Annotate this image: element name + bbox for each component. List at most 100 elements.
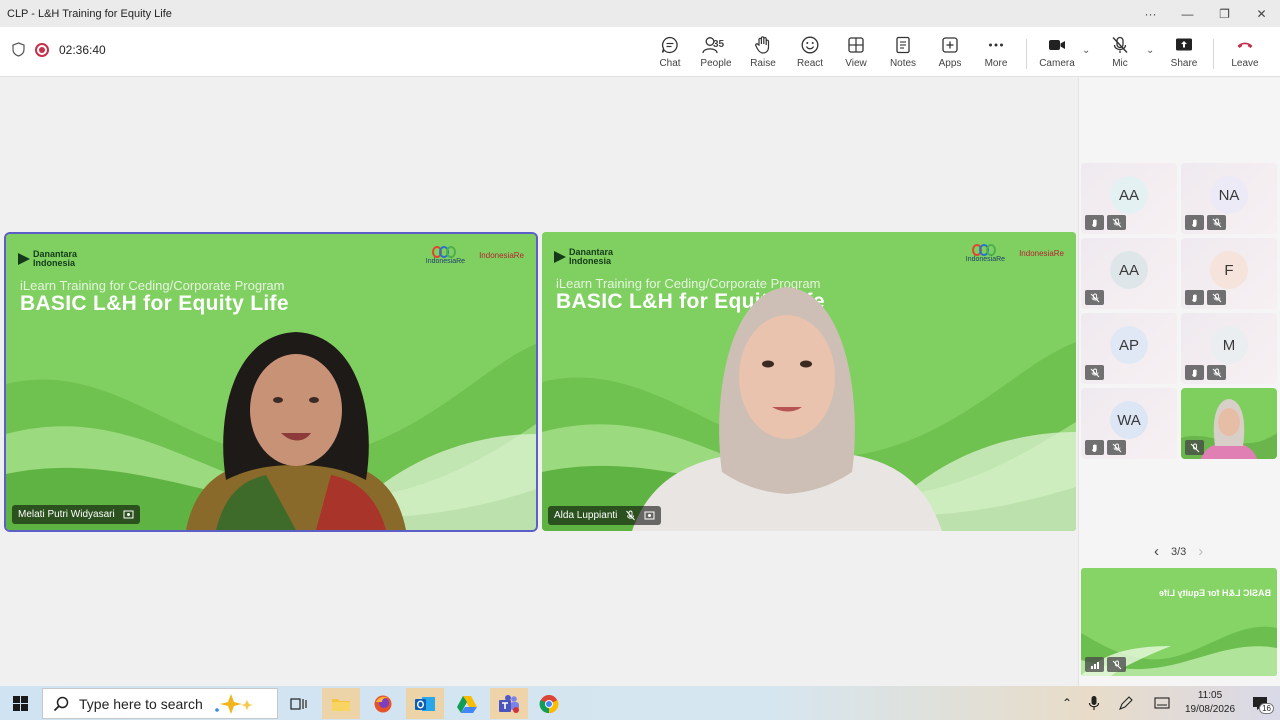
- participant-tile[interactable]: M: [1181, 313, 1277, 384]
- notes-button[interactable]: Notes: [880, 35, 926, 73]
- raised-hand-icon: [1091, 443, 1097, 452]
- participant-tile[interactable]: AA: [1081, 163, 1177, 234]
- view-button[interactable]: View: [833, 35, 879, 73]
- search-icon: [53, 696, 69, 711]
- firefox-icon: [374, 695, 392, 712]
- chat-button[interactable]: Chat: [647, 35, 693, 73]
- participant-tile[interactable]: NA: [1181, 163, 1277, 234]
- danantara-mark-icon: [554, 251, 566, 263]
- pager-label: 3/3: [1171, 545, 1187, 558]
- logo-line-2: Indonesia: [33, 258, 76, 268]
- meeting-timer: 02:36:40: [59, 42, 106, 57]
- share-button[interactable]: Share: [1161, 35, 1207, 73]
- teams-taskbar-button[interactable]: [490, 688, 528, 719]
- danantara-mark-icon: [18, 253, 30, 265]
- tile-status-icons: [1085, 365, 1104, 380]
- tile-status-badge: [1085, 215, 1104, 230]
- camera-button[interactable]: Camera: [1034, 35, 1080, 73]
- participant-avatar: AA: [1110, 251, 1148, 289]
- participant-tile[interactable]: AP: [1081, 313, 1177, 384]
- notification-center-button[interactable]: 16: [1240, 696, 1280, 714]
- google-drive-taskbar-button[interactable]: [448, 688, 486, 719]
- clock-time: 11:05: [1197, 690, 1223, 701]
- logo-ir-text: IndonesiaRe: [425, 258, 466, 265]
- clock-date: 19/08/2026: [1184, 704, 1236, 715]
- react-button[interactable]: React: [787, 35, 833, 73]
- participant-avatar: WA: [1110, 401, 1148, 439]
- tile-status-icons: [1085, 290, 1104, 305]
- outlook-icon: [415, 696, 435, 711]
- raised-hand-icon: [1091, 218, 1097, 227]
- chrome-icon: [539, 694, 559, 713]
- participant-video-figure: [186, 332, 406, 530]
- keyboard-tray-icon[interactable]: [1154, 696, 1170, 710]
- raise-label: Raise: [750, 58, 776, 69]
- share-label: Share: [1170, 58, 1198, 69]
- logo-line-2: Indonesia: [569, 256, 612, 266]
- raise-hand-button[interactable]: Raise: [740, 35, 786, 73]
- danantara-logo: Danantara Indonesia: [554, 248, 613, 266]
- grid-icon: [848, 37, 864, 53]
- task-view-icon: [290, 697, 307, 710]
- apps-label: Apps: [938, 58, 962, 69]
- indonesiare-logo: IndonesiaRe: [426, 246, 465, 265]
- tile-mic-off-badge: [1085, 365, 1104, 380]
- camera-options-chevron-icon[interactable]: ⌄: [1082, 45, 1090, 56]
- task-view-button[interactable]: [280, 688, 318, 719]
- system-tray: ⌃ 11:05 19/08/2026 16: [1054, 686, 1280, 720]
- tile-status-icons: [1185, 290, 1226, 305]
- close-button[interactable]: ✕: [1243, 0, 1280, 27]
- restore-button[interactable]: ❐: [1206, 0, 1243, 27]
- tray-overflow-chevron-icon[interactable]: ⌃: [1054, 696, 1080, 710]
- more-button[interactable]: More: [973, 35, 1019, 73]
- more-window-options-button[interactable]: ···: [1132, 0, 1169, 27]
- participant-avatar: M: [1210, 326, 1248, 364]
- participant-avatar: F: [1210, 251, 1248, 289]
- start-button[interactable]: [0, 686, 40, 720]
- mic-off-icon: [1112, 660, 1121, 669]
- pen-tray-icon[interactable]: [1118, 695, 1134, 711]
- meeting-toolbar: 02:36:40 Chat 35 People Raise React View…: [0, 27, 1280, 77]
- video-tile-participant[interactable]: Danantara Indonesia IndonesiaRe Indonesia…: [542, 232, 1076, 531]
- mic-options-chevron-icon[interactable]: ⌄: [1146, 45, 1154, 56]
- participant-tile[interactable]: F: [1181, 238, 1277, 309]
- mic-label: Mic: [1112, 58, 1128, 69]
- minimize-button[interactable]: —: [1169, 0, 1206, 27]
- mic-button[interactable]: Mic: [1097, 35, 1143, 73]
- camera-label: Camera: [1039, 58, 1075, 69]
- participant-tile[interactable]: WA: [1081, 388, 1177, 459]
- signal-badge: [1085, 657, 1104, 672]
- apps-button[interactable]: Apps: [927, 35, 973, 73]
- shared-content-thumbnail[interactable]: BASIC L&H for Equity Life: [1081, 568, 1277, 676]
- video-tile-speaker[interactable]: Danantara Indonesia IndonesiaRe Indonesia…: [6, 234, 536, 530]
- chrome-taskbar-button[interactable]: [530, 688, 568, 719]
- mic-off-icon: [1212, 293, 1221, 302]
- tile-mic-off-badge: [1207, 365, 1226, 380]
- hand-icon: [755, 36, 770, 54]
- file-explorer-taskbar-button[interactable]: [322, 688, 360, 719]
- pager-next-chevron-icon[interactable]: ›: [1198, 543, 1203, 560]
- taskbar-search-box[interactable]: Type here to search: [42, 688, 278, 719]
- smiley-icon: [801, 36, 819, 54]
- tile-mic-off-badge: [1185, 440, 1204, 455]
- self-video-tile[interactable]: [1181, 388, 1277, 459]
- pager-prev-chevron-icon[interactable]: ‹: [1154, 543, 1159, 560]
- tile-mic-off-badge: [1207, 290, 1226, 305]
- tile-status-badge: [1185, 215, 1204, 230]
- shield-icon: [12, 42, 25, 57]
- share-tray-icon: [644, 511, 655, 520]
- more-label: More: [984, 58, 1008, 69]
- tile-status-badge: [1185, 290, 1204, 305]
- firefox-taskbar-button[interactable]: [364, 688, 402, 719]
- slide-subtitle: iLearn Training for Ceding/Corporate Pro…: [20, 278, 285, 293]
- toolbar-divider: [1213, 39, 1214, 69]
- participant-tile[interactable]: AA: [1081, 238, 1177, 309]
- outlook-taskbar-button[interactable]: [406, 688, 444, 719]
- microphone-tray-icon[interactable]: [1088, 695, 1100, 711]
- leave-button[interactable]: Leave: [1222, 35, 1268, 73]
- rings-icon: [971, 244, 996, 256]
- people-label: People: [700, 58, 732, 69]
- windows-taskbar: Type here to search ⌃ 11:05 19/08/2026 1…: [0, 686, 1280, 720]
- taskbar-clock[interactable]: 11:05 19/08/2026: [1180, 689, 1240, 717]
- people-button[interactable]: 35 People: [693, 35, 739, 73]
